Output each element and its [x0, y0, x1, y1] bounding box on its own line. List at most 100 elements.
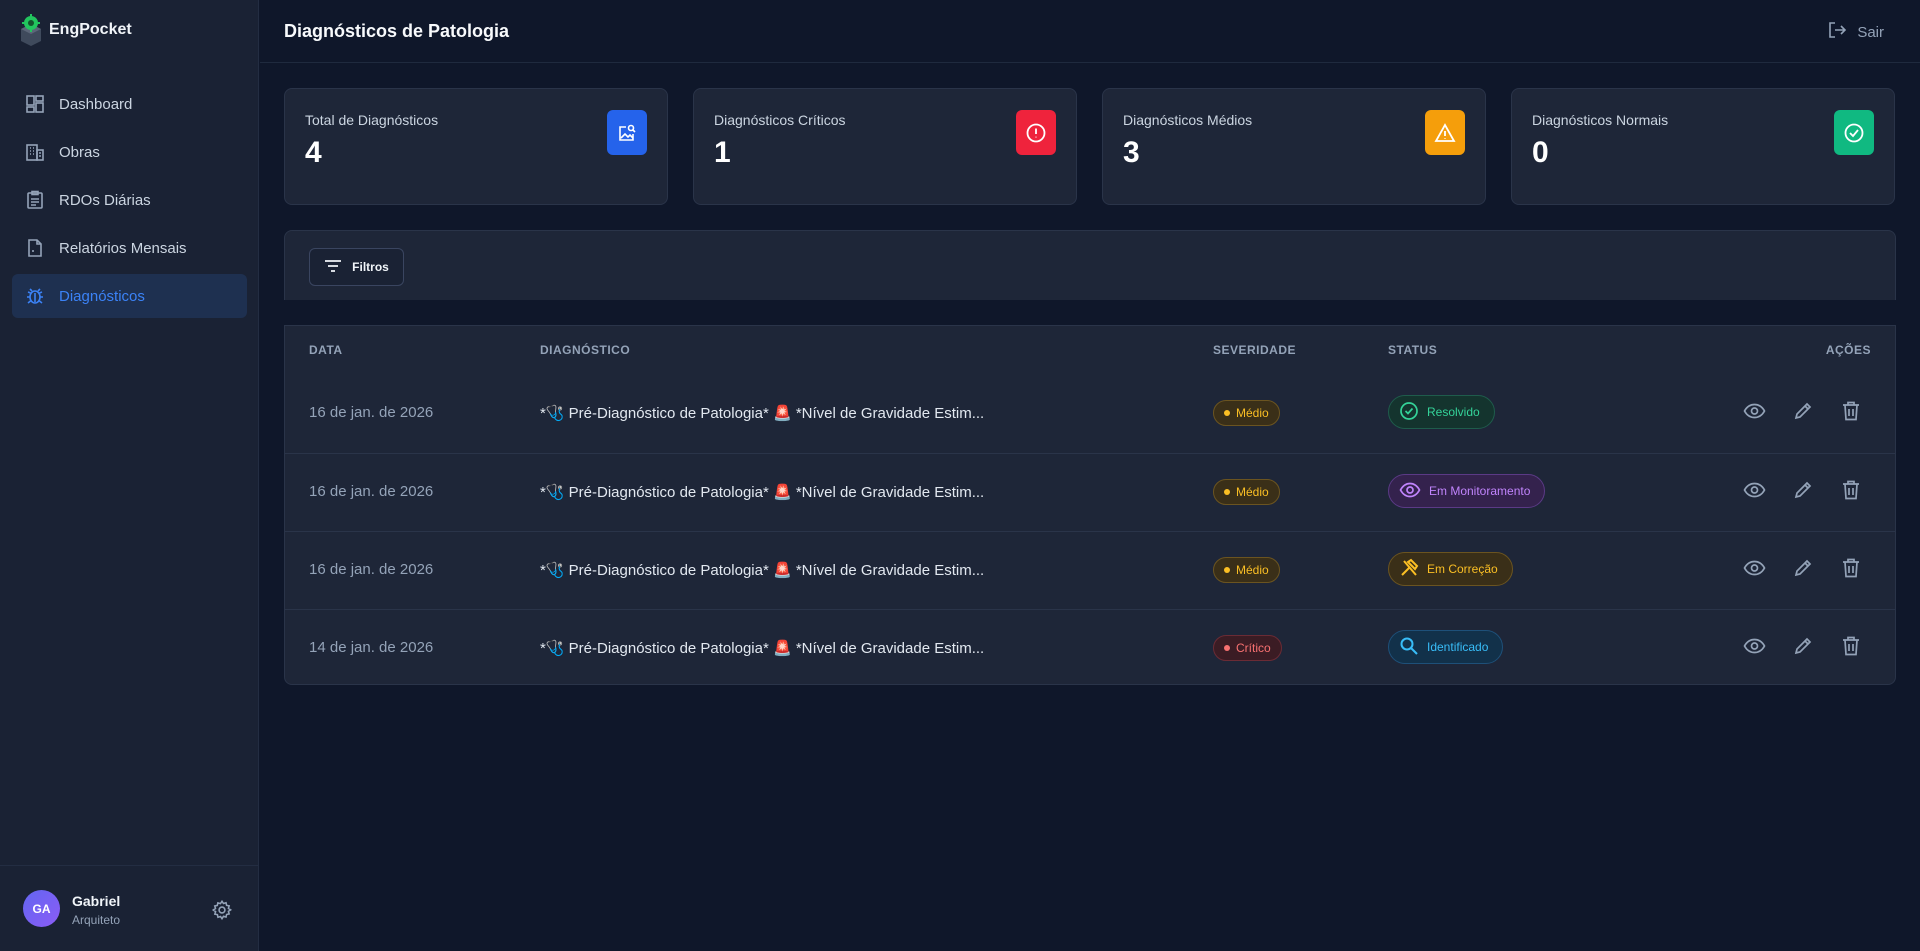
stat-value: 4 — [305, 136, 322, 169]
status-badge: Em Monitoramento — [1388, 474, 1546, 508]
column-header-actions: AÇÕES — [1825, 343, 1871, 357]
filters-bar: Filtros — [284, 230, 1896, 300]
table-row[interactable]: 16 de jan. de 2026 *🩺 Pré-Diagnóstico de… — [285, 453, 1895, 531]
view-icon[interactable] — [1743, 478, 1766, 501]
sidebar-item-label: Obras — [59, 143, 100, 161]
sidebar: EngPocket Dashboard Obras RDOs Diárias R… — [0, 0, 259, 951]
stat-value: 1 — [714, 136, 731, 169]
status-label: Em Correção — [1427, 562, 1498, 576]
logout-button[interactable]: Sair — [1827, 20, 1884, 44]
sidebar-item-relatorios[interactable]: Relatórios Mensais — [12, 226, 247, 270]
user-panel: GA Gabriel Arquiteto — [0, 865, 259, 951]
delete-icon[interactable] — [1839, 399, 1862, 422]
severity-badge: Médio — [1213, 479, 1280, 505]
stat-label: Diagnósticos Normais — [1532, 112, 1669, 128]
sidebar-item-dashboard[interactable]: Dashboard — [12, 82, 247, 126]
stat-label: Diagnósticos Médios — [1123, 112, 1253, 128]
stat-card-criticos: Diagnósticos Críticos 1 — [693, 88, 1077, 205]
status-badge: Em Correção — [1388, 552, 1513, 586]
severity-label: Crítico — [1236, 641, 1271, 655]
status-badge: Identificado — [1388, 630, 1504, 664]
cell-diagnosis[interactable]: *🩺 Pré-Diagnóstico de Patologia* 🚨 *Níve… — [540, 639, 984, 657]
cell-diagnosis[interactable]: *🩺 Pré-Diagnóstico de Patologia* 🚨 *Níve… — [540, 561, 984, 579]
stat-value: 0 — [1532, 136, 1549, 169]
sidebar-nav: Dashboard Obras RDOs Diárias Relatórios … — [12, 82, 247, 322]
cell-date: 16 de jan. de 2026 — [309, 483, 434, 500]
row-actions — [1743, 634, 1862, 657]
cell-date: 16 de jan. de 2026 — [309, 404, 434, 421]
stat-card-normais: Diagnósticos Normais 0 — [1511, 88, 1895, 205]
edit-icon[interactable] — [1791, 556, 1814, 579]
severity-badge: Crítico — [1213, 635, 1282, 661]
delete-icon[interactable] — [1839, 634, 1862, 657]
check-circle-icon — [1834, 110, 1874, 155]
view-icon[interactable] — [1743, 399, 1766, 422]
column-header-status[interactable]: STATUS — [1388, 343, 1437, 357]
cell-diagnosis[interactable]: *🩺 Pré-Diagnóstico de Patologia* 🚨 *Níve… — [540, 483, 984, 501]
diagnostics-table: DATA DIAGNÓSTICO SEVERIDADE STATUS AÇÕES… — [284, 325, 1896, 685]
table-row[interactable]: 16 de jan. de 2026 *🩺 Pré-Diagnóstico de… — [285, 531, 1895, 609]
tools-icon — [1399, 558, 1419, 581]
page-title: Diagnósticos de Patologia — [284, 21, 510, 41]
logo-icon — [19, 14, 43, 46]
table-row[interactable]: 14 de jan. de 2026 *🩺 Pré-Diagnóstico de… — [285, 609, 1895, 687]
severity-dot — [1224, 489, 1230, 495]
filter-icon — [324, 259, 342, 276]
sidebar-item-label: Diagnósticos — [59, 287, 145, 305]
sidebar-item-label: RDOs Diárias — [59, 191, 151, 209]
view-icon[interactable] — [1743, 556, 1766, 579]
stat-card-total: Total de Diagnósticos 4 — [284, 88, 668, 205]
status-label: Em Monitoramento — [1429, 484, 1531, 498]
logout-icon — [1827, 20, 1847, 44]
filters-label: Filtros — [352, 260, 389, 274]
delete-icon[interactable] — [1839, 556, 1862, 579]
stat-card-medios: Diagnósticos Médios 3 — [1102, 88, 1486, 205]
delete-icon[interactable] — [1839, 478, 1862, 501]
sidebar-item-obras[interactable]: Obras — [12, 130, 247, 174]
brand[interactable]: EngPocket — [19, 14, 132, 46]
cell-date: 14 de jan. de 2026 — [309, 639, 434, 656]
clipboard-icon — [25, 190, 45, 210]
avatar[interactable]: GA — [23, 890, 60, 927]
table-row[interactable]: 16 de jan. de 2026 *🩺 Pré-Diagnóstico de… — [285, 375, 1895, 453]
severity-badge: Médio — [1213, 557, 1280, 583]
image-search-icon — [607, 110, 647, 155]
cell-diagnosis[interactable]: *🩺 Pré-Diagnóstico de Patologia* 🚨 *Níve… — [540, 404, 984, 422]
gear-icon[interactable] — [211, 899, 233, 921]
stat-value: 3 — [1123, 136, 1140, 169]
row-actions — [1743, 478, 1862, 501]
filters-button[interactable]: Filtros — [309, 248, 404, 286]
sidebar-item-label: Relatórios Mensais — [59, 239, 187, 257]
app-name: EngPocket — [49, 21, 132, 38]
edit-icon[interactable] — [1791, 634, 1814, 657]
row-actions — [1743, 399, 1862, 422]
sidebar-item-label: Dashboard — [59, 95, 133, 113]
edit-icon[interactable] — [1791, 478, 1814, 501]
column-header-date[interactable]: DATA — [309, 343, 343, 357]
alert-circle-icon — [1016, 110, 1056, 155]
severity-badge: Médio — [1213, 400, 1280, 426]
column-header-diagnosis[interactable]: DIAGNÓSTICO — [540, 343, 630, 357]
severity-label: Médio — [1236, 485, 1269, 499]
stat-label: Total de Diagnósticos — [305, 112, 439, 128]
row-actions — [1743, 556, 1862, 579]
user-name: Gabriel — [72, 893, 121, 909]
stat-label: Diagnósticos Críticos — [714, 112, 846, 128]
stats-row: Total de Diagnósticos 4 Diagnósticos Crí… — [284, 88, 1896, 205]
severity-dot — [1224, 567, 1230, 573]
column-header-severity[interactable]: SEVERIDADE — [1213, 343, 1296, 357]
sidebar-item-diagnosticos[interactable]: Diagnósticos — [12, 274, 247, 318]
status-badge: Resolvido — [1388, 395, 1495, 429]
view-icon[interactable] — [1743, 634, 1766, 657]
severity-dot — [1224, 645, 1230, 651]
status-label: Identificado — [1427, 640, 1489, 654]
document-icon — [25, 238, 45, 258]
edit-icon[interactable] — [1791, 399, 1814, 422]
severity-dot — [1224, 410, 1230, 416]
user-role: Arquiteto — [72, 913, 121, 927]
sidebar-item-rdos[interactable]: RDOs Diárias — [12, 178, 247, 222]
header: Diagnósticos de Patologia Sair — [260, 0, 1920, 63]
check-circle-icon — [1399, 401, 1419, 424]
eye-icon — [1399, 482, 1421, 501]
search-icon — [1399, 636, 1419, 659]
